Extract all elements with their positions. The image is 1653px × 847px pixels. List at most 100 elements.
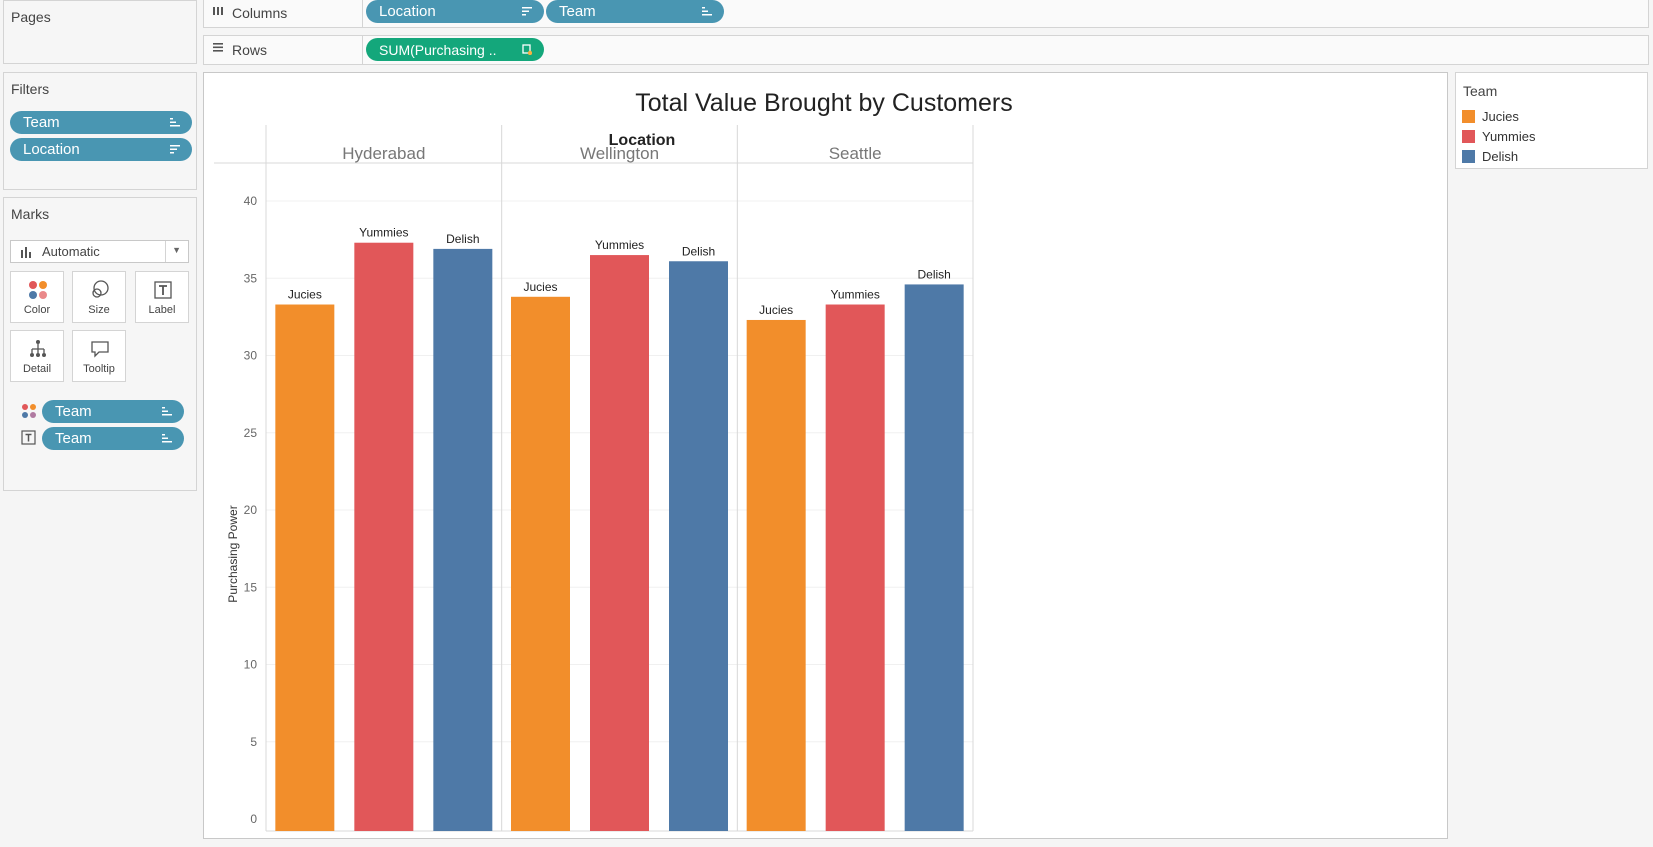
data-label: Jucies — [759, 303, 793, 317]
detail-button-label: Detail — [22, 363, 52, 375]
y-tick-label: 10 — [244, 658, 258, 672]
sort-ascending-icon — [162, 434, 172, 443]
data-label: Delish — [446, 232, 479, 246]
pill-label: Team — [55, 430, 92, 447]
detail-button[interactable]: Detail — [10, 330, 64, 382]
bar-delish-hyderabad[interactable] — [433, 248, 493, 831]
bar-yummies-wellington[interactable] — [590, 255, 649, 831]
pages-panel[interactable]: Pages — [3, 0, 197, 64]
columns-icon — [212, 4, 224, 19]
label-encoding-icon — [21, 430, 36, 445]
shelf-divider — [362, 36, 363, 64]
size-button-label: Size — [88, 304, 110, 316]
mark-type-dropdown[interactable]: Automatic ▼ — [10, 240, 189, 263]
legend-swatch — [1462, 130, 1475, 143]
pill-label: Location — [23, 141, 80, 158]
rows-icon — [212, 41, 224, 56]
dropdown-divider — [165, 241, 166, 262]
marks-pill-team-color[interactable]: Team — [42, 400, 184, 423]
bar-chart-icon — [21, 247, 31, 258]
y-tick-label: 40 — [244, 194, 258, 208]
y-tick-label: 15 — [244, 580, 258, 594]
rows-shelf[interactable]: Rows SUM(Purchasing .. — [203, 35, 1649, 65]
speech-bubble-icon — [91, 341, 109, 358]
chart-title: Total Value Brought by Customers — [635, 89, 1013, 117]
data-label: Delish — [917, 267, 950, 281]
y-tick-label: 5 — [250, 735, 257, 749]
viz-canvas[interactable]: Total Value Brought by Customers Locatio… — [203, 72, 1448, 839]
color-encoding-icon — [22, 404, 36, 418]
filters-panel[interactable]: Filters Team Location — [3, 72, 197, 190]
data-label: Jucies — [523, 280, 557, 294]
shelf-divider — [362, 0, 363, 27]
label-button[interactable]: Label — [135, 271, 189, 323]
column-headers: Hyderabad Wellington Seattle — [342, 144, 881, 163]
text-label-icon — [154, 281, 172, 299]
y-tick-label: 35 — [244, 271, 258, 285]
tooltip-button[interactable]: Tooltip — [72, 330, 126, 382]
pill-label: Team — [55, 403, 92, 420]
tooltip-button-label: Tooltip — [83, 363, 115, 375]
rows-label: Rows — [232, 42, 268, 58]
color-button[interactable]: Color — [10, 271, 64, 323]
y-tick-label: 20 — [244, 503, 258, 517]
legend-label: Yummies — [1482, 129, 1536, 144]
y-axis-ticks: 0 5 10 15 20 25 30 35 40 — [244, 194, 258, 826]
bar-yummies-hyderabad[interactable] — [354, 242, 414, 832]
marks-title: Marks — [11, 206, 50, 222]
bar-delish-wellington[interactable] — [669, 261, 728, 831]
filter-pill-team[interactable]: Team — [10, 111, 192, 134]
rows-pill-sum-purchasing[interactable]: SUM(Purchasing .. — [366, 38, 544, 61]
bars[interactable] — [275, 242, 964, 832]
pill-label: Team — [559, 3, 596, 20]
legend-title: Team — [1463, 83, 1498, 99]
columns-label: Columns — [232, 5, 288, 21]
bar-jucies-wellington[interactable] — [511, 296, 570, 831]
data-label: Yummies — [595, 238, 644, 252]
legend-label: Jucies — [1482, 109, 1519, 124]
y-tick-label: 25 — [244, 426, 258, 440]
hierarchy-icon — [30, 340, 46, 357]
y-axis-title: Purchasing Power — [226, 505, 240, 602]
bar-yummies-seattle[interactable] — [825, 304, 885, 831]
size-button[interactable]: Size — [72, 271, 126, 323]
legend-swatch — [1462, 150, 1475, 163]
column-header-hyderabad: Hyderabad — [342, 144, 425, 163]
pill-label: Team — [23, 114, 60, 131]
sort-ascending-icon — [702, 7, 712, 16]
color-palette-icon — [29, 281, 47, 299]
bar-jucies-seattle[interactable] — [746, 319, 806, 831]
pages-title: Pages — [11, 9, 51, 25]
bar-jucies-hyderabad[interactable] — [275, 304, 335, 831]
columns-pill-team[interactable]: Team — [546, 0, 724, 23]
legend-label: Delish — [1482, 149, 1519, 164]
pill-label: SUM(Purchasing .. — [379, 42, 497, 58]
color-legend[interactable]: Team Jucies Yummies Delish — [1455, 72, 1648, 169]
sort-descending-icon — [522, 7, 532, 16]
sort-ascending-icon — [162, 407, 172, 416]
measure-calc-icon — [522, 44, 532, 55]
chevron-down-icon: ▼ — [172, 245, 181, 255]
size-icon — [92, 280, 109, 298]
bar-chart[interactable]: Total Value Brought by Customers Locatio… — [204, 73, 1449, 840]
bar-delish-seattle[interactable] — [904, 284, 964, 831]
label-button-label: Label — [148, 304, 176, 316]
y-tick-label: 30 — [244, 349, 258, 363]
marks-pill-team-label[interactable]: Team — [42, 427, 184, 450]
pill-label: Location — [379, 3, 436, 20]
filters-title: Filters — [11, 81, 50, 97]
filter-pill-location[interactable]: Location — [10, 138, 192, 161]
legend-swatch — [1462, 110, 1475, 123]
columns-pill-location[interactable]: Location — [366, 0, 544, 23]
mark-type-value: Automatic — [42, 244, 100, 259]
data-label: Jucies — [288, 288, 322, 302]
color-button-label: Color — [23, 304, 51, 316]
legend-item-yummies[interactable]: Yummies — [1462, 129, 1535, 144]
data-label: Delish — [682, 244, 715, 258]
legend-item-delish[interactable]: Delish — [1462, 149, 1518, 164]
y-tick-label: 0 — [250, 812, 257, 826]
column-header-seattle: Seattle — [829, 144, 882, 163]
legend-item-jucies[interactable]: Jucies — [1462, 109, 1519, 124]
columns-shelf[interactable]: Columns Location Team — [203, 0, 1649, 28]
column-header-wellington: Wellington — [580, 144, 659, 163]
